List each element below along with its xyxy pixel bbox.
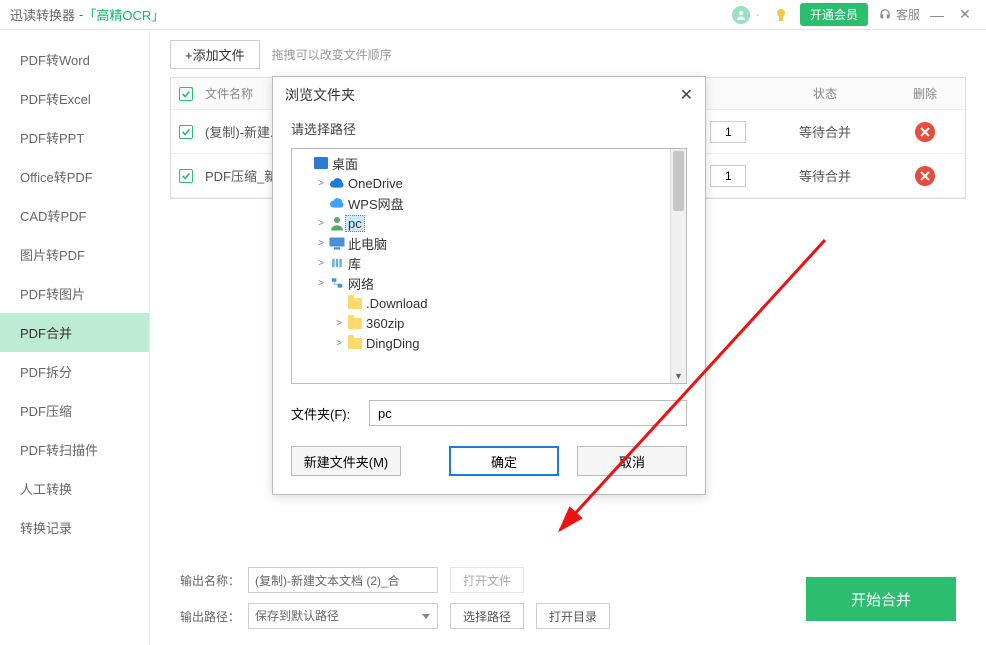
dialog-cancel-button[interactable]: 取消 bbox=[577, 446, 687, 476]
cloud-icon bbox=[328, 178, 346, 188]
tree-node-onedrive[interactable]: > OneDrive bbox=[292, 173, 686, 193]
folder-icon bbox=[346, 338, 364, 349]
dialog-mask: 浏览文件夹 ✕ 请选择路径 桌面 > OneDrive bbox=[0, 0, 986, 645]
tree-node-folder[interactable]: > 360zip bbox=[292, 313, 686, 333]
tree-scrollbar[interactable]: ▲ ▼ bbox=[670, 149, 686, 383]
dialog-close-button[interactable]: ✕ bbox=[680, 85, 693, 105]
dialog-ok-button[interactable]: 确定 bbox=[449, 446, 559, 476]
tree-node-folder[interactable]: .Download bbox=[292, 293, 686, 313]
folder-icon bbox=[346, 298, 364, 309]
library-icon bbox=[328, 257, 346, 269]
computer-icon bbox=[328, 236, 346, 251]
new-folder-button[interactable]: 新建文件夹(M) bbox=[291, 446, 401, 476]
folder-field-label: 文件夹(F): bbox=[291, 404, 369, 423]
cloud-icon bbox=[328, 198, 346, 208]
network-icon bbox=[328, 277, 346, 289]
dialog-title: 浏览文件夹 bbox=[285, 85, 355, 105]
user-icon bbox=[328, 214, 346, 232]
tree-node-thispc[interactable]: > 此电脑 bbox=[292, 233, 686, 253]
folder-tree[interactable]: 桌面 > OneDrive WPS网盘 > pc bbox=[291, 148, 687, 384]
tree-node-network[interactable]: > 网络 bbox=[292, 273, 686, 293]
tree-node-library[interactable]: > 库 bbox=[292, 253, 686, 273]
tree-node-folder[interactable]: > DingDing bbox=[292, 333, 686, 353]
scroll-down-icon[interactable]: ▼ bbox=[671, 369, 686, 383]
browse-folder-dialog: 浏览文件夹 ✕ 请选择路径 桌面 > OneDrive bbox=[272, 76, 706, 495]
tree-node-desktop[interactable]: 桌面 bbox=[292, 153, 686, 173]
folder-icon bbox=[346, 318, 364, 329]
dialog-subtitle: 请选择路径 bbox=[273, 113, 705, 148]
tree-node-pc-user[interactable]: > pc bbox=[292, 213, 686, 233]
tree-node-wps[interactable]: WPS网盘 bbox=[292, 193, 686, 213]
scroll-thumb[interactable] bbox=[673, 151, 684, 211]
desktop-icon bbox=[312, 157, 330, 169]
folder-name-input[interactable] bbox=[369, 400, 687, 426]
